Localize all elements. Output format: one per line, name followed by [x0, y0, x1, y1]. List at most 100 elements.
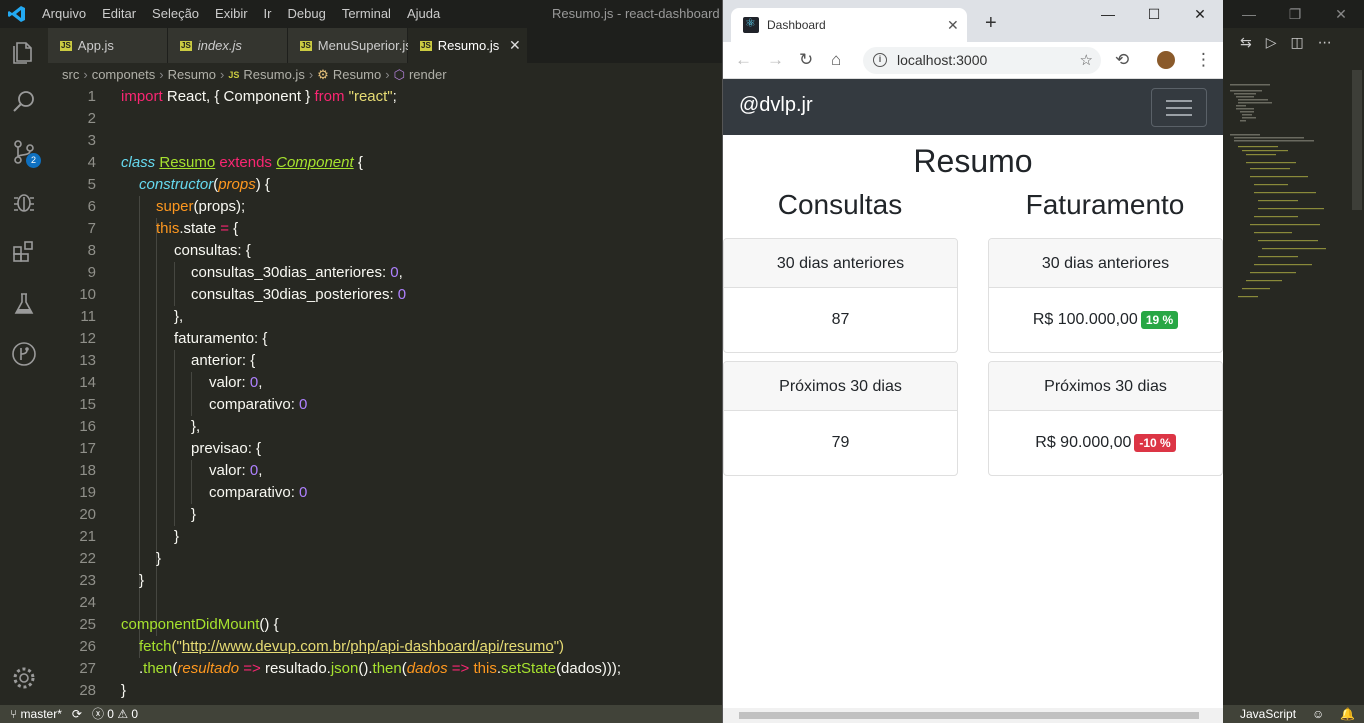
search-icon[interactable]	[10, 88, 38, 116]
tab-menusuperior-js[interactable]: JS MenuSuperior.js	[288, 28, 412, 63]
git-branch[interactable]: ⑂ master*	[10, 705, 62, 723]
breadcrumb-item[interactable]: render	[409, 64, 447, 86]
react-favicon-icon	[743, 16, 759, 33]
card-body: R$ 100.000,00 19 %	[989, 288, 1222, 352]
split-editor-icon[interactable]: ◫	[1291, 34, 1304, 51]
code-line: 22}	[48, 548, 722, 570]
card-value: 87	[831, 311, 850, 328]
editor-scrollbar[interactable]	[1352, 70, 1362, 210]
line-number: 20	[79, 506, 96, 523]
chevron-right-icon: ›	[220, 67, 225, 82]
menu-editar[interactable]: Editar	[94, 0, 144, 28]
extension-icon[interactable]: ⟲	[1115, 50, 1129, 70]
feedback-icon[interactable]: ☺	[1312, 705, 1324, 723]
line-number: 9	[87, 264, 96, 281]
breadcrumb-item[interactable]: Resumo	[168, 64, 216, 86]
scrollbar-thumb[interactable]	[739, 712, 1199, 719]
more-icon[interactable]: ⋯	[1318, 34, 1332, 51]
code-line: 8 consultas: {	[48, 240, 722, 262]
line-number: 17	[79, 440, 96, 457]
breadcrumb-item[interactable]: Resumo.js	[243, 64, 304, 86]
close-tab-icon[interactable]: ✕	[509, 37, 527, 54]
reload-icon[interactable]: ↻	[799, 50, 813, 70]
gitlens-icon[interactable]	[10, 340, 38, 368]
menu-debug[interactable]: Debug	[280, 0, 334, 28]
tab-label: MenuSuperior.js	[317, 38, 412, 53]
code-line: 15 comparativo: 0	[48, 394, 722, 416]
code-line: 13 anterior: {	[48, 350, 722, 372]
line-number: 27	[79, 660, 96, 677]
navbar-toggler-button[interactable]	[1151, 88, 1207, 127]
breadcrumb-item[interactable]: componets	[92, 64, 156, 86]
minimize-icon[interactable]: —	[1226, 0, 1272, 28]
settings-gear-icon[interactable]	[10, 664, 38, 692]
flask-icon[interactable]	[10, 290, 38, 318]
problems-indicator[interactable]: ⓧ 0 ⚠ 0	[92, 705, 138, 723]
line-number: 28	[79, 682, 96, 699]
address-bar[interactable]: i localhost:3000 ☆	[863, 47, 1101, 74]
bookmark-star-icon[interactable]: ☆	[1080, 47, 1093, 74]
navbar-brand[interactable]: @dvlp.jr	[739, 94, 813, 117]
menu-exibir[interactable]: Exibir	[207, 0, 256, 28]
line-number: 24	[79, 594, 96, 611]
notifications-icon[interactable]: 🔔	[1340, 705, 1355, 723]
code-line: 17 previsao: {	[48, 438, 722, 460]
vscode-logo-icon	[8, 6, 25, 22]
info-icon[interactable]: i	[873, 53, 887, 67]
maximize-icon[interactable]: ☐	[1131, 0, 1177, 28]
tab-resumo-js[interactable]: JS Resumo.js ✕	[408, 28, 527, 63]
code-line: 14 valor: 0,	[48, 372, 722, 394]
line-number: 13	[79, 352, 96, 369]
new-tab-icon[interactable]: +	[985, 12, 997, 35]
consultas-proximos-card: Próximos 30 dias 79	[723, 361, 958, 476]
tab-app-js[interactable]: JS App.js	[48, 28, 167, 63]
breadcrumb-item[interactable]: src	[62, 64, 79, 86]
restore-icon[interactable]: ❐	[1272, 0, 1318, 28]
code-line: 3	[48, 130, 722, 152]
browser-tab[interactable]: Dashboard ✕	[731, 8, 967, 42]
consultas-anteriores-card: 30 dias anteriores 87	[723, 238, 958, 353]
tab-label: App.js	[77, 38, 114, 53]
card-header: 30 dias anteriores	[989, 239, 1222, 288]
home-icon[interactable]: ⌂	[831, 50, 841, 70]
explorer-icon[interactable]	[10, 38, 38, 66]
breadcrumb-item[interactable]: Resumo	[333, 64, 381, 86]
menu-selecao[interactable]: Seleção	[144, 0, 207, 28]
back-icon[interactable]: ←	[735, 50, 752, 70]
menu-arquivo[interactable]: Arquivo	[34, 0, 94, 28]
debug-icon[interactable]	[10, 188, 38, 216]
forward-icon[interactable]: →	[767, 50, 784, 70]
line-number: 14	[79, 374, 96, 391]
sync-icon[interactable]: ⟳	[72, 705, 82, 723]
class-symbol-icon: ⚙	[317, 67, 329, 82]
code-line: 18 valor: 0,	[48, 460, 722, 482]
menu-bar: Arquivo Editar Seleção Exibir Ir Debug T…	[34, 0, 448, 28]
code-line: 10 consultas_30dias_posteriores: 0	[48, 284, 722, 306]
close-tab-icon[interactable]: ✕	[947, 17, 967, 34]
language-mode[interactable]: JavaScript	[1240, 705, 1296, 723]
code-editor[interactable]: 1 import React, { Component } from "react…	[48, 86, 722, 702]
line-number: 7	[87, 220, 96, 237]
menu-ir[interactable]: Ir	[256, 0, 280, 28]
app-navbar: @dvlp.jr	[723, 79, 1223, 135]
card-header: Próximos 30 dias	[724, 362, 957, 411]
line-number: 8	[87, 242, 96, 259]
run-icon[interactable]: ▷	[1266, 34, 1277, 51]
minimap[interactable]	[1228, 80, 1353, 320]
line-number: 6	[87, 198, 96, 215]
page-horizontal-scrollbar[interactable]	[723, 708, 1223, 723]
menu-ajuda[interactable]: Ajuda	[399, 0, 448, 28]
compare-icon[interactable]: ⇆	[1240, 34, 1252, 51]
line-number: 16	[79, 418, 96, 435]
warning-count: 0	[131, 707, 139, 721]
extensions-icon[interactable]	[10, 238, 38, 266]
close-icon[interactable]: ✕	[1177, 0, 1223, 28]
profile-avatar[interactable]	[1157, 51, 1175, 69]
tab-label: Resumo.js	[437, 38, 500, 53]
browser-menu-icon[interactable]: ⋮	[1195, 50, 1212, 70]
tab-index-js[interactable]: JS index.js	[168, 28, 287, 63]
menu-terminal[interactable]: Terminal	[334, 0, 399, 28]
close-icon[interactable]: ✕	[1318, 0, 1364, 28]
minimize-icon[interactable]: —	[1085, 0, 1131, 28]
code-line: 4 class Resumo extends Component {	[48, 152, 722, 174]
